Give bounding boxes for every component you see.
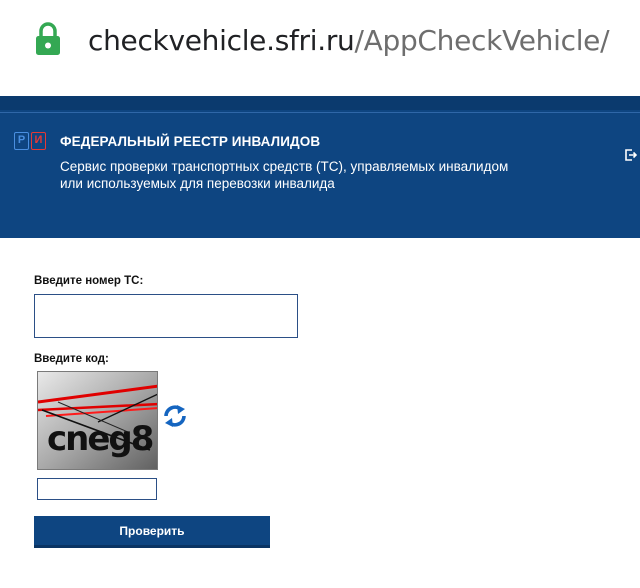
header-subtitle-line-1: Сервис проверки транспортных средств (ТС… bbox=[60, 159, 509, 174]
lock-icon bbox=[36, 22, 60, 55]
logo-letter-r: Р bbox=[14, 132, 29, 150]
logout-icon[interactable] bbox=[624, 148, 638, 162]
browser-address-bar[interactable]: checkvehicle.sfri.ru/AppCheckVehicle/ bbox=[0, 0, 640, 84]
header-title: ФЕДЕРАЛЬНЫЙ РЕЕСТР ИНВАЛИДОВ bbox=[60, 134, 321, 149]
code-label: Введите код: bbox=[34, 353, 109, 365]
logo-letter-i: И bbox=[31, 132, 46, 150]
url-host: checkvehicle.sfri.ru bbox=[88, 24, 355, 57]
header-divider bbox=[0, 112, 640, 113]
vehicle-number-input[interactable] bbox=[34, 294, 298, 338]
check-button[interactable]: Проверить bbox=[34, 516, 270, 548]
vehicle-number-label: Введите номер ТС: bbox=[34, 275, 144, 287]
captcha-image: cneg8 bbox=[37, 371, 158, 470]
header-subtitle-line-2: или используемых для перевозки инвалида bbox=[60, 176, 335, 191]
url-path: /AppCheckVehicle/ bbox=[354, 24, 610, 57]
captcha-code-input[interactable] bbox=[37, 478, 157, 500]
refresh-captcha-icon[interactable] bbox=[162, 403, 188, 429]
captcha-text: cneg8 bbox=[47, 419, 153, 459]
site-logo: Р И bbox=[14, 132, 48, 152]
url-text[interactable]: checkvehicle.sfri.ru/AppCheckVehicle/ bbox=[88, 24, 610, 58]
header-subtitle: Сервис проверки транспортных средств (ТС… bbox=[60, 158, 560, 192]
